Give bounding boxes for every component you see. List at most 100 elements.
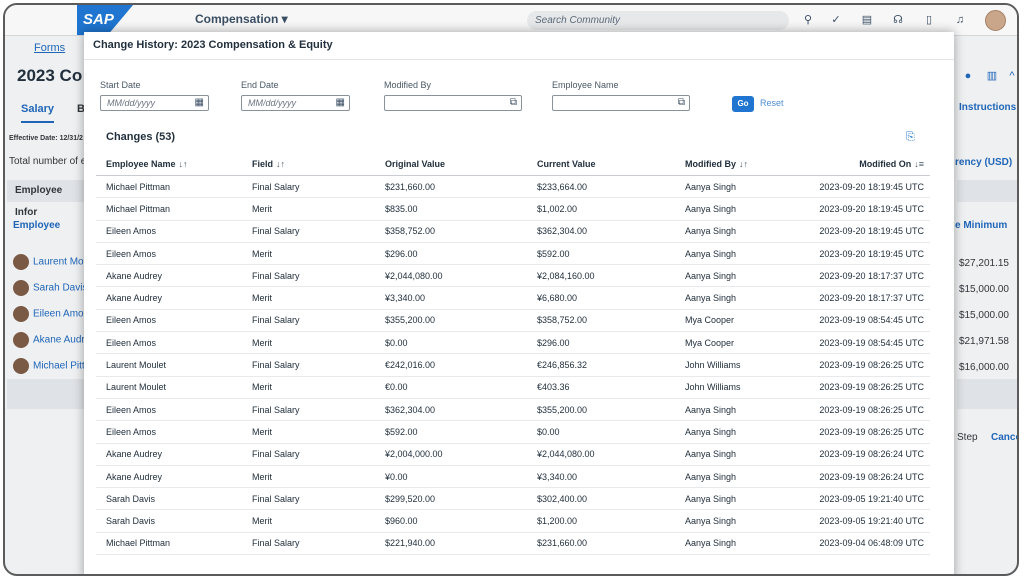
cell-employee-name: Akane Audrey	[96, 465, 242, 489]
sap-logo[interactable]: SAP	[77, 5, 133, 35]
changes-count-title: Changes (53)	[106, 131, 176, 143]
cell-employee-name: Akane Audrey	[96, 264, 242, 288]
notes-icon[interactable]: ▤	[860, 13, 874, 27]
cell-original-value: $355,200.00	[375, 309, 527, 333]
table-row[interactable]: Eileen Amos Merit $592.00 $0.00 Aanya Singh 2…	[96, 420, 930, 444]
bell-icon[interactable]: ♫	[953, 13, 967, 27]
cell-employee-name: Akane Audrey	[96, 286, 242, 310]
table-row[interactable]: Laurent Moulet Final Salary €242,016.00 €24…	[96, 353, 930, 377]
background-band	[957, 379, 1017, 409]
cell-modified-by: Aanya Singh	[675, 264, 790, 288]
divider	[84, 59, 954, 60]
employee-link[interactable]: Eileen Amos	[13, 306, 89, 322]
chevron-up-icon[interactable]: ^	[1005, 69, 1017, 83]
value-help-icon[interactable]: ⧉	[678, 96, 685, 110]
cell-field: Merit	[242, 420, 375, 444]
cancel-button[interactable]: Cancel	[991, 432, 1017, 443]
employee-link[interactable]: Akane Audre	[13, 332, 90, 348]
step-button[interactable]: Step	[957, 432, 978, 443]
column-header-current-value[interactable]: Current Value	[527, 152, 675, 176]
check-circle-icon[interactable]: ✓	[829, 13, 843, 27]
tab-salary[interactable]: Salary	[21, 103, 55, 123]
currency-select[interactable]: rency (USD)	[955, 157, 1012, 168]
go-button[interactable]: Go	[732, 96, 754, 112]
end-date-input[interactable]: MM/dd/yyyy ▦	[241, 95, 350, 111]
table-row[interactable]: Michael Pittman Final Salary $231,660.00 $2…	[96, 175, 930, 199]
info-icon[interactable]: ●	[961, 69, 975, 83]
cell-modified-by: Aanya Singh	[675, 465, 790, 489]
cell-modified-by: Aanya Singh	[675, 487, 790, 511]
table-row[interactable]: Laurent Moulet Merit €0.00 €403.36 John Will…	[96, 376, 930, 399]
table-row[interactable]: Sarah Davis Final Salary $299,520.00 $302,4…	[96, 487, 930, 511]
cell-employee-name: Eileen Amos	[96, 420, 242, 444]
book-icon[interactable]: ▯	[922, 13, 936, 27]
cell-modified-on: 2023-09-20 18:19:45 UTC	[790, 242, 930, 266]
table-row[interactable]: Akane Audrey Final Salary ¥2,044,080.00 ¥2,…	[96, 264, 930, 288]
start-date-input[interactable]: MM/dd/yyyy ▦	[100, 95, 209, 111]
cell-modified-on: 2023-09-05 19:21:40 UTC	[790, 509, 930, 533]
search-icon[interactable]: ⚲	[801, 13, 815, 27]
value-help-icon[interactable]: ⧉	[510, 96, 517, 110]
cell-employee-name: Sarah Davis	[96, 509, 242, 533]
export-icon[interactable]: ⎘	[906, 131, 920, 145]
calendar-icon[interactable]: ▦	[336, 96, 345, 110]
cell-employee-name: Akane Audrey	[96, 443, 242, 466]
cell-modified-by: Aanya Singh	[675, 197, 790, 221]
table-row[interactable]: Michael Pittman Merit $835.00 $1,002.00 Aany…	[96, 197, 930, 221]
employee-name-input[interactable]: ⧉	[552, 95, 690, 111]
minimum-column-header[interactable]: e Minimum	[955, 220, 1007, 231]
cell-original-value: $231,660.00	[375, 175, 527, 199]
sort-icon[interactable]: ↓↑	[179, 159, 188, 169]
cell-field: Final Salary	[242, 443, 375, 466]
search-input[interactable]: Search Community	[527, 11, 789, 30]
minimum-value: $15,000.00	[958, 310, 1009, 321]
sort-icon[interactable]: ↓↑	[739, 159, 748, 169]
sort-descending-icon[interactable]: ↓≡	[914, 159, 924, 169]
cell-field: Final Salary	[242, 532, 375, 556]
employee-link[interactable]: Laurent Mou	[13, 254, 89, 270]
table-row[interactable]: Akane Audrey Merit ¥0.00 ¥3,340.00 Aanya Sin…	[96, 465, 930, 489]
column-header-employee-name[interactable]: Employee Name ↓↑	[96, 152, 242, 176]
table-row[interactable]: Akane Audrey Final Salary ¥2,004,000.00 ¥2,…	[96, 443, 930, 466]
cell-modified-on: 2023-09-19 08:54:45 UTC	[790, 309, 930, 333]
table-row[interactable]: Eileen Amos Final Salary $362,304.00 $355,2…	[96, 398, 930, 422]
cell-field: Final Salary	[242, 175, 375, 199]
table-row[interactable]: Michael Pittman Final Salary $221,940.00 $2…	[96, 532, 930, 556]
table-row[interactable]: Eileen Amos Merit $296.00 $592.00 Aanya Sing…	[96, 242, 930, 266]
table-row[interactable]: Sarah Davis Merit $960.00 $1,200.00 Aanya Si…	[96, 509, 930, 533]
cell-field: Merit	[242, 331, 375, 355]
calendar-icon[interactable]: ▦	[195, 96, 204, 110]
user-avatar[interactable]	[985, 10, 1006, 31]
app-menu-button[interactable]: Compensation ▾	[195, 12, 288, 26]
cell-modified-on: 2023-09-20 18:19:45 UTC	[790, 220, 930, 243]
column-header-original-value[interactable]: Original Value	[375, 152, 527, 176]
instructions-link[interactable]: Instructions	[959, 102, 1016, 113]
chart-icon[interactable]: ▥	[985, 69, 999, 83]
employee-link[interactable]: Michael Pitt	[13, 358, 85, 374]
cell-original-value: $358,752.00	[375, 220, 527, 243]
app-window: SAP Compensation ▾ Search Community ⚲ ✓ …	[3, 3, 1019, 576]
end-date-label: End Date	[241, 80, 279, 90]
cell-modified-by: Aanya Singh	[675, 443, 790, 466]
table-row[interactable]: Eileen Amos Merit $0.00 $296.00 Mya Cooper 20…	[96, 331, 930, 355]
column-header-modified-by[interactable]: Modified By ↓↑	[675, 152, 790, 176]
cell-original-value: ¥3,340.00	[375, 286, 527, 310]
cell-original-value: $835.00	[375, 197, 527, 221]
cell-modified-on: 2023-09-19 08:26:24 UTC	[790, 465, 930, 489]
cell-current-value: $231,660.00	[527, 532, 675, 556]
table-row[interactable]: Akane Audrey Merit ¥3,340.00 ¥6,680.00 Aanya…	[96, 286, 930, 310]
sort-icon[interactable]: ↓↑	[276, 159, 285, 169]
table-row[interactable]: Eileen Amos Final Salary $358,752.00 $362,3…	[96, 220, 930, 243]
cell-field: Merit	[242, 197, 375, 221]
modified-by-input[interactable]: ⧉	[384, 95, 522, 111]
table-row[interactable]: Eileen Amos Final Salary $355,200.00 $358,7…	[96, 309, 930, 333]
employee-column-header[interactable]: Employee	[13, 220, 60, 231]
column-header-modified-on[interactable]: Modified On ↓≡	[790, 152, 930, 176]
reset-button[interactable]: Reset	[760, 98, 784, 108]
column-header-field[interactable]: Field ↓↑	[242, 152, 375, 176]
cell-field: Final Salary	[242, 264, 375, 288]
cell-current-value: $592.00	[527, 242, 675, 266]
forms-link[interactable]: Forms	[34, 42, 65, 54]
employee-link[interactable]: Sarah Davis	[13, 280, 87, 296]
headset-icon[interactable]: ☊	[891, 13, 905, 27]
